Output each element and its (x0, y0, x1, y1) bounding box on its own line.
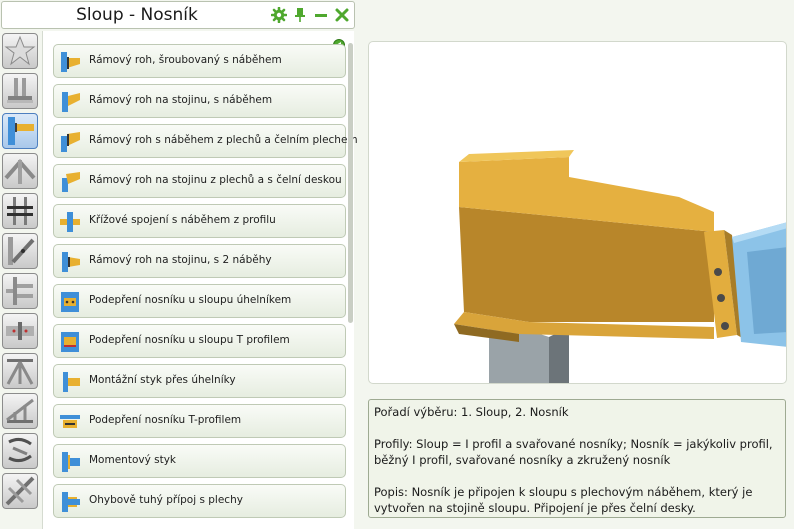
selection-order-text: Pořadí výběru: 1. Sloup, 2. Nosník (374, 405, 569, 419)
column-beam-icon (8, 117, 34, 145)
list-item[interactable]: Podepření nosníku u sloupu T profilem (53, 324, 346, 358)
list-item[interactable]: Rámový roh na stojinu, s náběhem (53, 84, 346, 118)
list-item[interactable]: Křížové spojení s náběhem z profilu (53, 204, 346, 238)
truss-icon (6, 359, 34, 385)
list-item[interactable]: Podepření nosníku T-profilem (53, 404, 346, 438)
title-bar-actions (271, 7, 350, 23)
frame-corner-web-plate-icon (62, 172, 80, 192)
category-strip (0, 31, 40, 529)
category-truss-button[interactable] (2, 353, 38, 389)
window-title: Sloup - Nosník (76, 5, 198, 25)
category-truss-node-button[interactable] (2, 393, 38, 429)
category-beam-splice-button[interactable] (2, 193, 38, 229)
connection-list: Rámový roh, šroubovaný s náběhem Rámový … (42, 31, 358, 529)
title-bar: Sloup - Nosník (1, 1, 355, 29)
beam-beam-icon (6, 277, 33, 305)
star-icon (4, 35, 36, 66)
category-favorites-button[interactable] (2, 33, 38, 69)
moment-joint-icon (62, 452, 80, 472)
category-diagonal-button[interactable] (2, 473, 38, 509)
frame-corner-plate-icon (61, 132, 80, 152)
connection-preview (368, 41, 787, 384)
category-apex-button[interactable] (2, 153, 38, 189)
end-plate-icon (6, 322, 34, 340)
description-text: Popis: Nosník je připojen k sloupu s ple… (374, 485, 753, 515)
beam-splice-icon (7, 197, 33, 225)
list-item[interactable]: Rámový roh s náběhem z plechů a čelním p… (53, 124, 358, 158)
pin-icon[interactable] (292, 7, 308, 23)
profiles-text: Profily: Sloup = I profil a svařované no… (374, 437, 773, 467)
frame-corner-haunch-icon (61, 52, 80, 72)
frame-corner-web-icon (62, 92, 80, 112)
truss-node-icon (6, 398, 34, 423)
app-window: Sloup - Nosník Rámový roh, šroubovaný s … (0, 0, 794, 529)
t-profile-beam-support-icon (60, 415, 80, 428)
category-base-plate-button[interactable] (2, 73, 38, 109)
category-column-beam-button[interactable] (2, 113, 38, 149)
category-end-plate-button[interactable] (2, 313, 38, 349)
list-item[interactable]: Ohybově tuhý přípoj s plechy (53, 484, 346, 518)
base-plate-icon (7, 78, 33, 103)
double-haunch-icon (62, 252, 80, 272)
diagonal-icon (5, 476, 35, 506)
connection-3d-model (454, 150, 786, 383)
bracing-icon (8, 237, 35, 265)
close-icon[interactable] (334, 7, 350, 23)
list-scrollbar[interactable] (348, 43, 353, 323)
connection-description: Pořadí výběru: 1. Sloup, 2. Nosník Profi… (368, 399, 786, 518)
rigid-plate-joint-icon (62, 492, 80, 512)
category-purlin-button[interactable] (2, 433, 38, 469)
angle-splice-icon (63, 372, 80, 392)
t-profile-support-icon (61, 332, 79, 352)
cross-joint-icon (60, 212, 80, 232)
gear-icon[interactable] (271, 7, 287, 23)
angle-support-icon (61, 292, 79, 312)
list-item[interactable]: Rámový roh na stojinu z plechů a s čelní… (53, 164, 346, 198)
category-bracing-button[interactable] (2, 233, 38, 269)
apex-icon (4, 158, 36, 184)
list-item[interactable]: Podepření nosníku u sloupu úhelníkem (53, 284, 346, 318)
list-item[interactable]: Momentový styk (53, 444, 346, 478)
list-item[interactable]: Montážní styk přes úhelníky (53, 364, 346, 398)
list-item[interactable]: Rámový roh, šroubovaný s náběhem (53, 44, 346, 78)
minimize-icon[interactable] (313, 7, 329, 23)
purlin-icon (8, 437, 32, 463)
category-beam-beam-button[interactable] (2, 273, 38, 309)
list-item[interactable]: Rámový roh na stojinu, s 2 náběhy (53, 244, 346, 278)
